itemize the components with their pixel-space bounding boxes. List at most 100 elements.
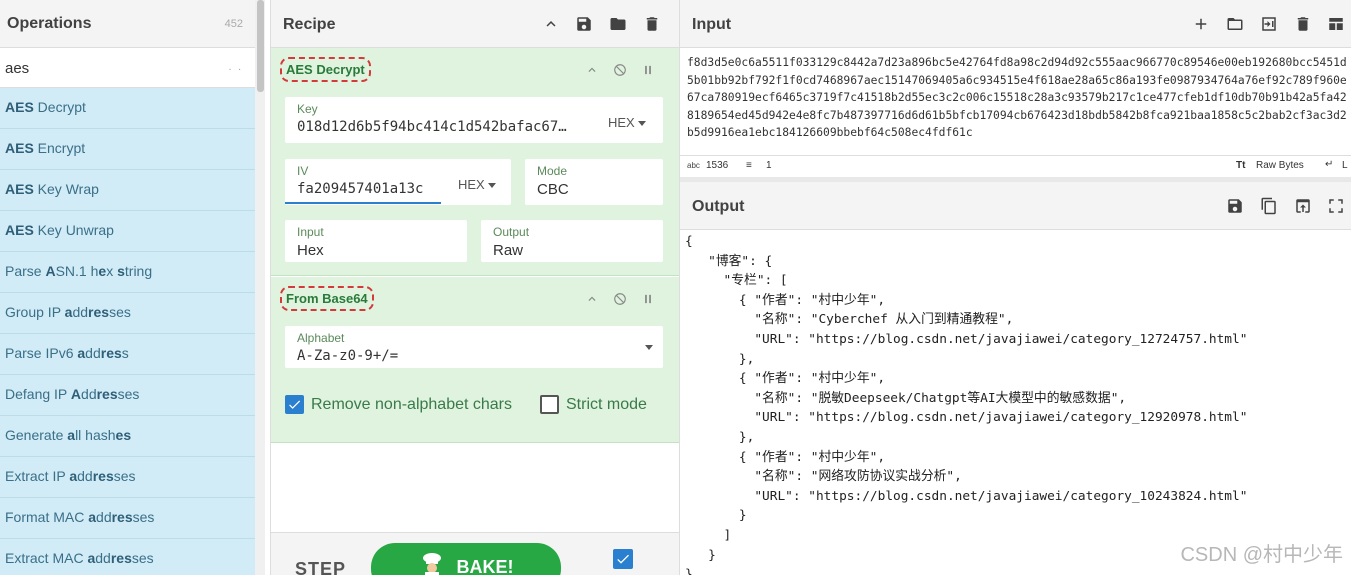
search-match: a [67,427,76,443]
open-file-input-icon[interactable] [1258,13,1280,35]
collapse-operation-icon[interactable] [584,291,600,307]
operations-header: Operations 452 [0,0,255,48]
iv-format-dropdown[interactable]: HEX [458,177,496,192]
iv-format-value: HEX [458,177,485,192]
replace-input-with-output-icon[interactable] [1292,195,1314,217]
disable-operation-icon[interactable] [612,62,628,78]
search-match: AES [5,181,34,197]
operations-scrollbar-thumb[interactable] [257,0,264,92]
output-textarea[interactable]: { "博客": { "专栏": [ { "作者": "村中少年", "名称": … [685,232,1347,575]
operation-list-item[interactable]: AES Decrypt [0,88,255,129]
operation-list-item[interactable]: AES Key Wrap [0,170,255,211]
aes-decrypt-operation: AES Decrypt Key 018d12d6b5f94bc414c1d542… [271,48,679,276]
input-encoding[interactable]: Raw Bytes [1256,160,1304,171]
operation-list-item[interactable]: Parse ASN.1 hex string [0,252,255,293]
input-length: 1536 [706,160,729,171]
search-match: AES [5,140,34,156]
output-format-select[interactable]: Output Raw [481,220,663,262]
operation-name-part: Key Wrap [33,181,99,197]
remove-non-alphabet-label: Remove non-alphabet chars [311,395,513,413]
operation-name-part: ses [131,550,154,566]
strict-mode-checkbox[interactable]: Strict mode [540,395,647,414]
aes-decrypt-title: AES Decrypt [280,57,371,82]
operation-list-item[interactable]: Extract MAC addresses [0,539,255,575]
add-tab-plus-icon[interactable] [1190,13,1212,35]
checkbox-unchecked-icon [540,395,559,414]
operation-name-part: Extract IP [5,468,70,484]
eol-icon: ↵ [1325,159,1334,170]
strict-mode-label: Strict mode [566,395,647,413]
disable-operation-icon[interactable] [612,291,628,307]
search-match: s [117,263,125,279]
operation-list-item[interactable]: AES Key Unwrap [0,211,255,252]
collapse-operation-icon[interactable] [584,62,600,78]
collapse-all-icon[interactable] [540,13,562,35]
operation-name-part: Format MAC [5,509,89,525]
output-format-label: Output [493,225,530,239]
pause-operation-icon[interactable] [640,291,656,307]
operation-name-part: Encrypt [33,140,86,156]
remove-non-alphabet-checkbox[interactable]: Remove non-alphabet chars [285,395,512,414]
operations-search-input[interactable]: aes . . [0,48,255,88]
operation-name-part: Defang IP [5,386,71,402]
key-format-dropdown[interactable]: HEX [608,115,646,130]
csdn-watermark: CSDN @村中少年 [1180,544,1343,566]
operation-list-item[interactable]: Format MAC addresses [0,498,255,539]
operation-name-part: ses [117,386,140,402]
key-field[interactable]: Key 018d12d6b5f94bc414c1d542bafac67… HEX [285,97,663,143]
search-match: res [96,386,118,402]
output-title: Output [692,198,745,215]
input-header: Input [680,0,1351,48]
operation-list-item[interactable]: Generate all hashes [0,416,255,457]
operation-name-part: ses [109,304,131,320]
length-icon: abc [687,161,700,170]
open-folder-icon[interactable] [1224,13,1246,35]
iv-field[interactable]: IV fa209457401a13c HEX [285,159,511,205]
search-match: res [111,509,133,525]
search-match: a [77,345,86,361]
copy-output-icon[interactable] [1258,195,1280,217]
operation-list-item[interactable]: Group IP addresses [0,293,255,334]
operation-name-part: Generate [5,427,68,443]
operation-list-item[interactable]: Defang IP Addresses [0,375,255,416]
input-title: Input [692,16,732,33]
mode-select[interactable]: Mode CBC [525,159,663,205]
from-base64-operation: From Base64 Alphabet A-Za-z0-9+/= Remove… [271,277,679,443]
reset-layout-icon[interactable] [1325,13,1347,35]
step-button[interactable]: STEP [295,559,346,575]
search-match: res [100,345,122,361]
alphabet-select[interactable]: Alphabet A-Za-z0-9+/= [285,326,663,368]
pause-operation-icon[interactable] [640,62,656,78]
load-recipe-icon[interactable] [607,13,629,35]
operation-name-part: dd [72,304,89,320]
input-textarea[interactable]: f8d3d5e0c6a5511f033129c8442a7d23a896bc5e… [687,54,1349,154]
recipe-title: Recipe [283,16,336,33]
input-format-select[interactable]: Input Hex [285,220,467,262]
key-format-value: HEX [608,115,635,130]
operation-list: AES Decrypt AES Encrypt AES Key Wrap AES Ke… [0,88,255,575]
io-panel: Input f8d3d5e0c6a5511f033129c8442a7d23a8… [679,0,1351,575]
auto-bake-checkbox[interactable] [613,549,633,569]
search-match: res [92,468,114,484]
operation-list-item[interactable]: Extract IP addresses [0,457,255,498]
search-match: a [69,468,78,484]
clear-input-trash-icon[interactable] [1292,13,1314,35]
operation-name-part: Parse [5,263,46,279]
operations-count: 452 [224,18,243,30]
operation-name-part: x [106,263,118,279]
save-output-icon[interactable] [1224,195,1246,217]
operation-list-item[interactable]: Parse IPv6 address [0,334,255,375]
search-match: AES [5,99,34,115]
mode-value: CBC [537,181,569,198]
clear-recipe-trash-icon[interactable] [641,13,663,35]
search-match: res [110,550,132,566]
output-format-value: Raw [493,242,524,259]
output-header: Output [680,182,1351,230]
checkbox-checked-icon [285,395,304,414]
save-recipe-icon[interactable] [573,13,595,35]
bake-button[interactable]: BAKE! [371,543,561,575]
input-eol[interactable]: L [1342,160,1348,171]
input-status-bar: abc 1536 ≡ 1 Tt Raw Bytes ↵ L [680,155,1351,177]
operation-list-item[interactable]: AES Encrypt [0,129,255,170]
maximize-output-icon[interactable] [1325,195,1347,217]
